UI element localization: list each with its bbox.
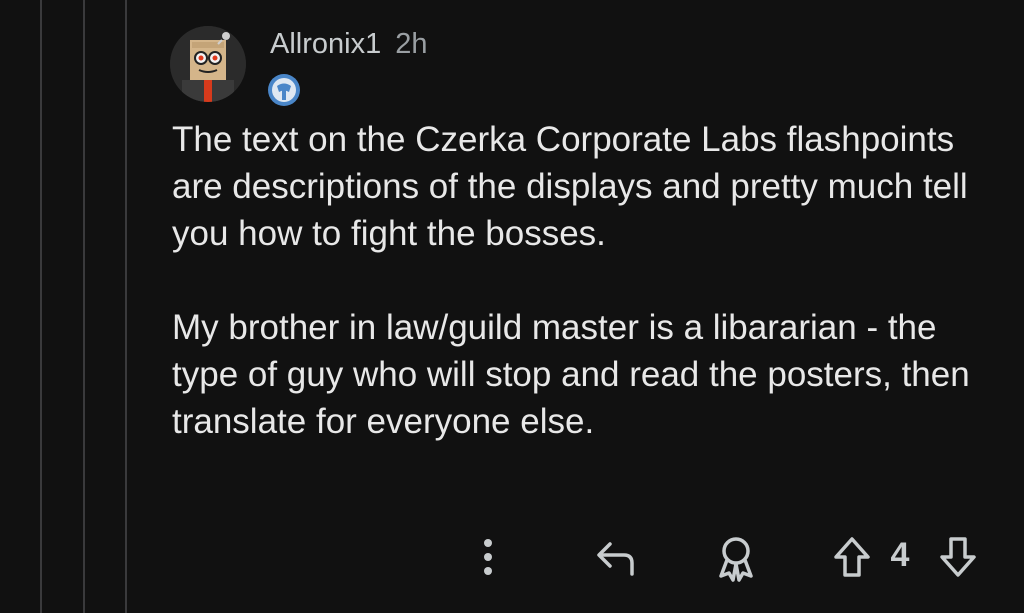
thread-line[interactable] xyxy=(83,0,85,613)
comment-paragraph: My brother in law/guild master is a liba… xyxy=(172,308,970,441)
comment-paragraph: The text on the Czerka Corporate Labs fl… xyxy=(172,120,968,253)
thread-line[interactable] xyxy=(125,0,127,613)
downvote-arrow-icon xyxy=(940,537,976,577)
comment-timestamp: 2h xyxy=(395,28,428,60)
upvote-arrow-icon xyxy=(834,537,870,577)
avatar-image xyxy=(170,26,246,102)
comment-body: The text on the Czerka Corporate Labs fl… xyxy=(172,116,1002,445)
reply-button[interactable] xyxy=(592,534,640,582)
flair-badge-icon xyxy=(266,72,302,108)
downvote-button[interactable] xyxy=(936,533,980,581)
vote-score: 4 xyxy=(890,536,910,574)
thread-line[interactable] xyxy=(40,0,42,613)
author-name[interactable]: Allronix1 xyxy=(270,28,381,60)
reply-arrow-icon xyxy=(597,542,634,576)
award-button[interactable] xyxy=(712,532,760,584)
upvote-button[interactable] xyxy=(830,533,874,581)
award-ribbon-icon xyxy=(719,537,753,582)
more-options-button[interactable] xyxy=(470,535,506,579)
comment-header: Allronix1 2h xyxy=(270,28,428,61)
avatar[interactable] xyxy=(170,26,246,102)
more-vertical-icon xyxy=(484,539,492,575)
